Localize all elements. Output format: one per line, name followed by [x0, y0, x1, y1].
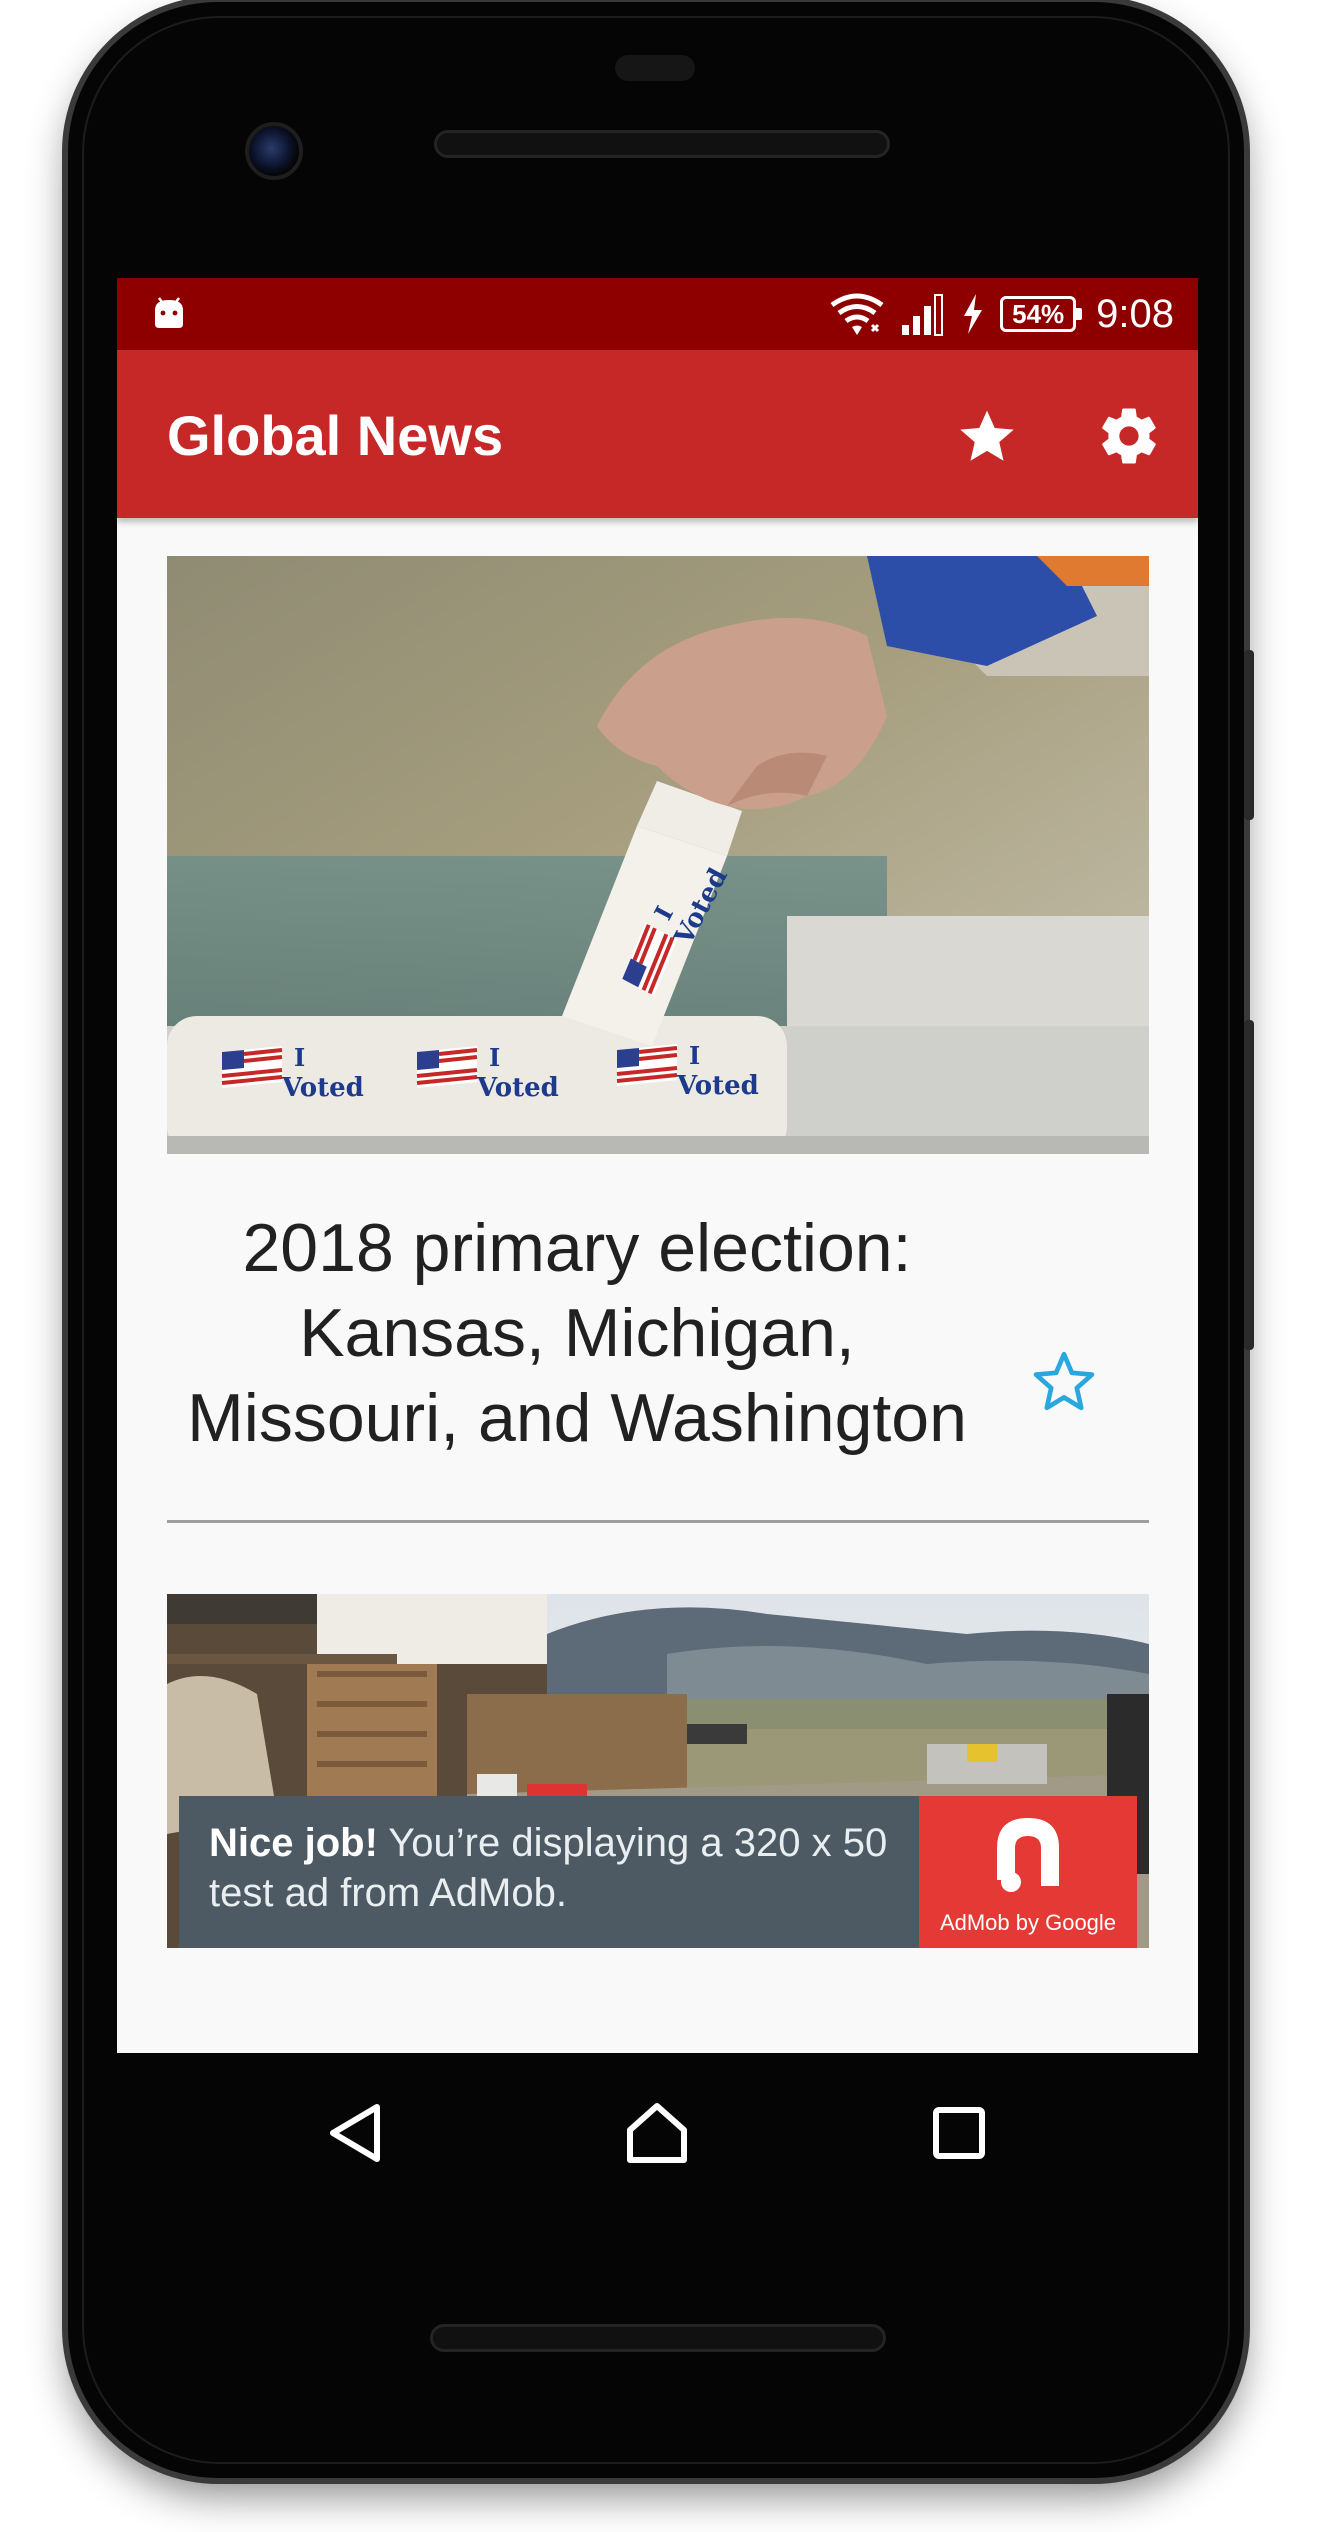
- sticker-text: I: [689, 1041, 700, 1070]
- app-title: Global News: [167, 404, 504, 467]
- power-button: [1244, 650, 1254, 820]
- status-time: 9:08: [1096, 291, 1174, 336]
- sticker-text: Voted: [676, 1071, 759, 1101]
- volume-button: [1244, 1020, 1254, 1350]
- sticker-text: I: [294, 1043, 305, 1072]
- settings-button[interactable]: [1089, 396, 1169, 476]
- front-camera: [245, 122, 303, 180]
- front-sensor: [615, 55, 695, 81]
- recents-icon: [933, 2107, 985, 2159]
- charging-icon: [964, 294, 983, 334]
- gear-icon: [1102, 408, 1156, 464]
- star-outline-icon[interactable]: [1029, 1346, 1099, 1416]
- star-icon: [960, 410, 1014, 461]
- signal-icon: [902, 294, 944, 336]
- app-bar: Global News: [117, 350, 1198, 518]
- article-divider: [167, 1520, 1149, 1523]
- ad-text: Nice job! You’re displaying a 320 x 50 t…: [209, 1818, 899, 1918]
- article-list[interactable]: I Voted I Voted I Voted I Voted 2018 pri…: [117, 518, 1198, 2053]
- article-title[interactable]: 2018 primary election: Kansas, Michigan,…: [177, 1206, 977, 1461]
- home-icon: [627, 2103, 687, 2163]
- admob-logo: AdMob by Google: [919, 1796, 1137, 1948]
- android-icon: [155, 297, 183, 328]
- sticker-text: Voted: [476, 1073, 559, 1103]
- battery-level: 54%: [1012, 298, 1065, 329]
- bottom-speaker: [430, 2324, 886, 2352]
- phone-screen: 54% 9:08 Global News I Voted I Voted I V…: [117, 278, 1198, 2053]
- sticker-text: I: [489, 1043, 500, 1072]
- voted-stickers-photo: I Voted I Voted I Voted I Voted: [167, 556, 1149, 1154]
- wifi-icon: [830, 293, 884, 335]
- status-bar: 54% 9:08: [117, 278, 1198, 350]
- home-button[interactable]: [617, 2093, 697, 2173]
- admob-brand: AdMob by Google: [939, 1910, 1117, 1935]
- back-icon: [330, 2104, 380, 2162]
- admob-icon: [997, 1818, 1059, 1892]
- recents-button[interactable]: [919, 2093, 999, 2173]
- ad-headline: Nice job!: [209, 1821, 378, 1865]
- navigation-bar: [117, 2053, 1198, 2213]
- sticker-text: Voted: [281, 1073, 364, 1103]
- top-speaker: [434, 130, 890, 158]
- article-image[interactable]: I Voted I Voted I Voted I Voted: [167, 556, 1149, 1154]
- back-button[interactable]: [317, 2093, 397, 2173]
- battery-icon: 54%: [1000, 296, 1083, 332]
- admob-banner[interactable]: Nice job! You’re displaying a 320 x 50 t…: [179, 1796, 1137, 1948]
- favorites-button[interactable]: [947, 396, 1027, 476]
